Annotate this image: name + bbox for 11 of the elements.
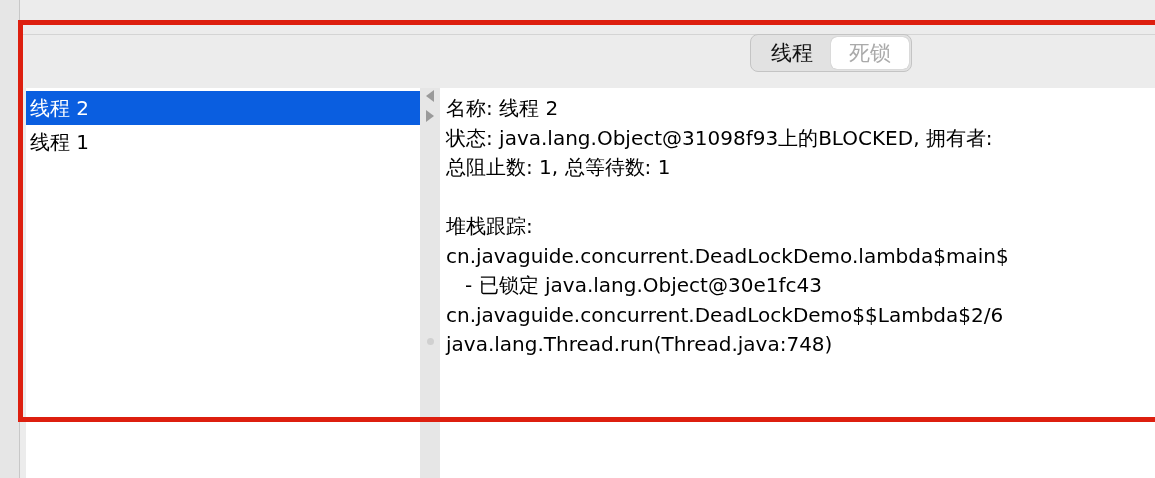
stack-trace-text: - 已锁定 java.lang.Object@30e1fc43 [464, 272, 823, 299]
thread-list-item[interactable]: 线程 2 [26, 91, 420, 125]
stack-trace-text: cn.javaguide.concurrent.DeadLockDemo$$Lambda$2/6 [446, 301, 1005, 329]
stack-trace-text: cn.javaguide.concurrent.DeadLockDemo.lambda$main$ [446, 242, 1010, 270]
tab[interactable]: 线程 [753, 37, 831, 69]
stack-trace-text: java.lang.Thread.run(Thread.java:748) [446, 331, 834, 358]
detail-text: 名称: 线程 2 [446, 95, 560, 122]
detail-text: 状态: java.lang.Object@31098f93上的BLOCKED, 拥有者: [446, 124, 994, 152]
stack-trace-text: 堆栈跟踪: [446, 213, 534, 240]
thread-list-item[interactable]: 线程 1 [26, 125, 420, 159]
detail-text: 总阻止数: 1, 总等待数: 1 [446, 154, 672, 181]
